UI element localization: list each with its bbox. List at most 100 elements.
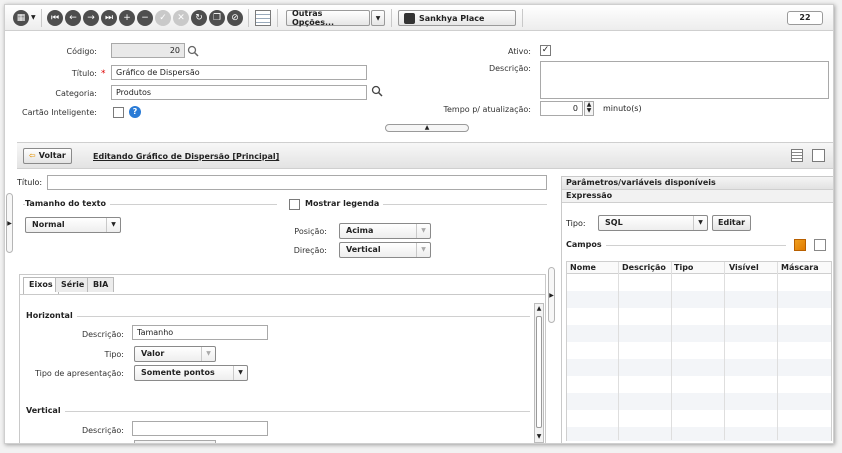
column-divider	[618, 262, 619, 440]
v-descricao-field[interactable]	[132, 421, 268, 436]
search-icon[interactable]	[187, 45, 199, 57]
direcao-value: Vertical	[346, 245, 381, 254]
table-row[interactable]	[567, 291, 831, 308]
last-record-icon[interactable]: ⏭	[101, 10, 117, 26]
ativo-checkbox[interactable]: ✓	[540, 45, 551, 56]
categoria-field[interactable]: Produtos	[111, 85, 367, 100]
search-icon[interactable]	[371, 85, 383, 97]
col-visivel[interactable]: Visível	[729, 263, 759, 272]
show-legend-checkbox[interactable]	[289, 199, 300, 210]
tempo-stepper[interactable]: ▲ ▼	[584, 101, 594, 116]
add-icon[interactable]: +	[119, 10, 135, 26]
column-divider	[777, 262, 778, 440]
horizontal-title: Horizontal	[26, 311, 77, 320]
remove-icon[interactable]: −	[137, 10, 153, 26]
cancel-icon[interactable]: ✕	[173, 10, 189, 26]
descricao-field[interactable]	[540, 61, 829, 99]
tab-serie[interactable]: Série	[55, 277, 91, 292]
help-icon[interactable]: ?	[129, 106, 141, 118]
notification-badge[interactable]: 22	[787, 11, 823, 25]
chevron-down-icon: ▼	[693, 216, 707, 230]
left-panel-handle[interactable]: ▶	[6, 193, 13, 253]
tipo-label: Tipo:	[566, 219, 586, 228]
expressao-header: Expressão	[562, 190, 833, 203]
h-apresentacao-label: Tipo de apresentação:	[34, 369, 124, 378]
text-size-select[interactable]: Normal ▼	[25, 217, 121, 233]
tipo-select[interactable]: SQL ▼	[598, 215, 708, 231]
table-row[interactable]	[567, 393, 831, 410]
required-marker: *	[101, 69, 106, 79]
add-field-icon[interactable]	[794, 239, 806, 251]
table-row[interactable]	[567, 325, 831, 342]
first-record-icon[interactable]: ⏮	[47, 10, 63, 26]
text-size-value: Normal	[32, 220, 65, 229]
tree-view-icon[interactable]	[791, 149, 803, 162]
text-size-title: Tamanho do texto	[25, 199, 110, 208]
codigo-field[interactable]: 20	[111, 43, 185, 58]
refresh-icon[interactable]: ↻	[191, 10, 207, 26]
direcao-label: Direção:	[293, 246, 327, 255]
collapse-toggle[interactable]: ▲	[385, 124, 469, 132]
edit-button[interactable]: Editar	[712, 215, 752, 231]
h-descricao-field[interactable]: Tamanho	[132, 325, 268, 340]
toolbar-separator	[277, 9, 278, 27]
next-record-icon[interactable]: →	[83, 10, 99, 26]
direcao-select[interactable]: Vertical ▼	[339, 242, 431, 258]
axes-panel-scrollbar[interactable]: ▲ ▼	[534, 303, 544, 443]
copy-icon[interactable]: ❐	[209, 10, 225, 26]
middle-panel-handle[interactable]: ▶	[548, 267, 555, 323]
back-button[interactable]: ⇦ Voltar	[23, 148, 72, 164]
col-nome[interactable]: Nome	[570, 263, 596, 272]
preview-icon[interactable]	[812, 149, 825, 162]
tab-bia[interactable]: BIA	[87, 277, 115, 292]
col-tipo[interactable]: Tipo	[674, 263, 693, 272]
main-toolbar: ▦ ▼ ⏮ ← → ⏭ + − ✓ ✕ ↻ ❐ ⊘ Outras Opções.…	[5, 5, 833, 31]
table-row[interactable]	[567, 410, 831, 427]
back-label: Voltar	[38, 151, 66, 160]
previous-record-icon[interactable]: ←	[65, 10, 81, 26]
scrollbar-thumb[interactable]	[536, 316, 542, 428]
cartao-inteligente-checkbox[interactable]	[113, 107, 124, 118]
back-arrow-icon: ⇦	[29, 151, 36, 160]
more-options-button[interactable]: Outras Opções...	[286, 9, 370, 27]
chevron-down-icon: ▼	[416, 224, 430, 238]
toolbar-separator	[248, 9, 249, 27]
show-legend-label: Mostrar legenda	[305, 199, 384, 208]
titulo-label: Título:	[35, 69, 97, 78]
spreadsheet-icon[interactable]	[255, 10, 271, 26]
sankhya-place-button[interactable]: Sankhya Place	[398, 10, 516, 26]
chevron-down-icon: ▼	[416, 243, 430, 257]
h-apresentacao-select[interactable]: Somente pontos ▼	[134, 365, 248, 381]
tempo-unit: minuto(s)	[603, 104, 642, 113]
field-list-icon[interactable]	[814, 239, 826, 251]
divider	[26, 411, 530, 412]
chart-title-field[interactable]	[47, 175, 547, 190]
chart-title-label: Título:	[17, 178, 43, 187]
more-options-dropdown[interactable]: ▼	[371, 10, 385, 26]
editing-breadcrumb[interactable]: Editando Gráfico de Dispersão [Principal…	[93, 152, 279, 161]
table-row[interactable]	[567, 427, 831, 441]
table-row[interactable]	[567, 342, 831, 359]
toolbar-separator	[522, 9, 523, 27]
posicao-select[interactable]: Acima ▼	[339, 223, 431, 239]
v-tipo-select[interactable]	[134, 440, 216, 443]
col-descricao[interactable]: Descrição	[622, 263, 666, 272]
chevron-down-icon[interactable]: ▼	[31, 14, 36, 21]
confirm-icon[interactable]: ✓	[155, 10, 171, 26]
chevron-down-icon: ▼	[106, 218, 120, 232]
table-row[interactable]	[567, 376, 831, 393]
h-tipo-label: Tipo:	[104, 350, 124, 359]
descricao-label: Descrição:	[488, 64, 531, 73]
table-row[interactable]	[567, 359, 831, 376]
tempo-field[interactable]: 0	[540, 101, 583, 116]
h-tipo-select[interactable]: Valor ▼	[134, 346, 216, 362]
tab-eixos[interactable]: Eixos	[23, 277, 59, 294]
titulo-label-text: Título:	[71, 69, 97, 78]
grid-menu-icon[interactable]: ▦	[13, 10, 29, 26]
scroll-down-icon[interactable]: ▼	[535, 432, 543, 442]
table-row[interactable]	[567, 308, 831, 325]
attach-icon[interactable]: ⊘	[227, 10, 243, 26]
scroll-up-icon[interactable]: ▲	[535, 304, 543, 314]
titulo-field[interactable]: Gráfico de Dispersão	[111, 65, 367, 80]
col-mascara[interactable]: Máscara	[781, 263, 819, 272]
